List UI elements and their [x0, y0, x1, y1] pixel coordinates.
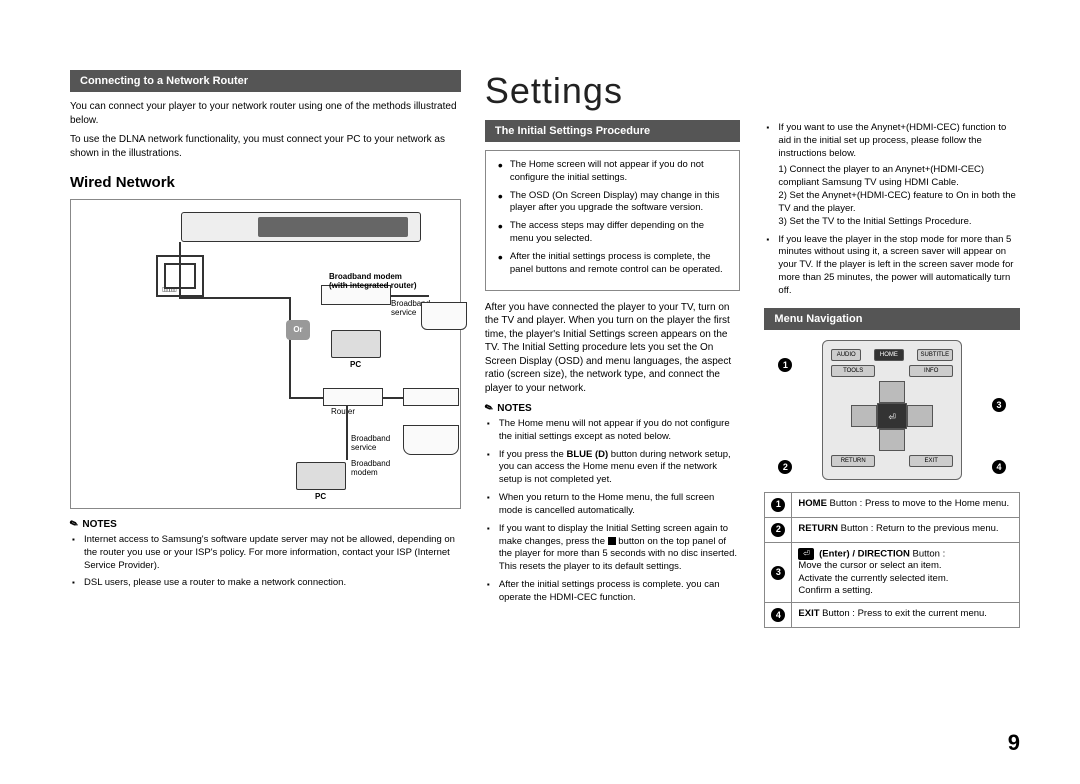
pencil-icon: ✎ — [483, 402, 495, 415]
or-label: Or — [286, 320, 310, 340]
tools-button: TOOLS — [831, 365, 875, 377]
table-row: 3 ⏎ (Enter) / DIRECTION Button :Move the… — [765, 542, 1020, 603]
initial-settings-box: The Home screen will not appear if you d… — [485, 150, 741, 291]
return-button: RETURN — [831, 455, 875, 467]
stop-mode-note: If you leave the player in the stop mode… — [778, 234, 1020, 298]
button-reference-table: 1 HOME Button : Press to move to the Hom… — [764, 492, 1020, 629]
audio-button: AUDIO — [831, 349, 861, 361]
arrow-up-icon — [879, 381, 905, 403]
right-column: If you want to use the Anynet+(HDMI-CEC)… — [764, 70, 1020, 628]
arrow-left-icon — [851, 405, 877, 427]
remote-diagram: 1 2 3 4 AUDIO HOME SUBTITLE TOOLS INFO — [764, 340, 1020, 480]
broadband-service-label-2: Broadbandservice — [351, 435, 390, 453]
notes-list-left: Internet access to Samsung's software up… — [70, 534, 461, 590]
broadband-modem-graphic — [403, 388, 459, 406]
note-item: Internet access to Samsung's software up… — [84, 534, 461, 572]
stop-icon — [608, 537, 616, 545]
section-header-menu-nav: Menu Navigation — [764, 308, 1020, 330]
pc-graphic-2 — [296, 462, 346, 490]
exit-button: EXIT — [909, 455, 953, 467]
enter-direction-desc: ⏎ (Enter) / DIRECTION Button :Move the c… — [792, 542, 1020, 603]
notes-heading-mid: ✎NOTES — [485, 403, 741, 414]
remote-graphic: AUDIO HOME SUBTITLE TOOLS INFO ⏎ RETURN — [822, 340, 962, 480]
pc-graphic-1 — [331, 330, 381, 358]
table-row: 4 EXIT Button : Press to exit the curren… — [765, 603, 1020, 628]
enter-icon: ⏎ — [798, 548, 814, 560]
section-header-connecting: Connecting to a Network Router — [70, 70, 461, 92]
player-device-graphic — [181, 212, 421, 242]
router-graphic — [323, 388, 383, 406]
note-item: After the initial settings process is co… — [499, 579, 741, 605]
note-item: DSL users, please use a router to make a… — [84, 577, 461, 590]
broadband-modem-label: Broadbandmodem — [351, 460, 390, 478]
callout-4: 4 — [992, 460, 1006, 474]
section-header-initial: The Initial Settings Procedure — [485, 120, 741, 142]
note-item: If you press the BLUE (D) button during … — [499, 449, 741, 487]
box-item: After the initial settings process is co… — [510, 251, 730, 277]
cloud-graphic-1 — [421, 302, 467, 330]
home-desc: HOME Button : Press to move to the Home … — [792, 492, 1020, 517]
table-row: 1 HOME Button : Press to move to the Hom… — [765, 492, 1020, 517]
notes-heading-left: ✎NOTES — [70, 519, 461, 530]
intro-text-2: To use the DLNA network functionality, y… — [70, 133, 461, 160]
row-num-1: 1 — [771, 498, 785, 512]
row-num-3: 3 — [771, 566, 785, 580]
page-number: 9 — [1008, 730, 1020, 756]
table-row: 2 RETURN Button : Return to the previous… — [765, 517, 1020, 542]
pencil-icon: ✎ — [68, 518, 80, 531]
settings-title: Settings — [485, 70, 741, 112]
left-column: Connecting to a Network Router You can c… — [70, 70, 461, 628]
anynet-step: 2) Set the Anynet+(HDMI-CEC) feature to … — [778, 190, 1020, 216]
wired-network-diagram: Or Broadband modem(with integrated route… — [70, 199, 461, 509]
arrow-right-icon — [907, 405, 933, 427]
info-button: INFO — [909, 365, 953, 377]
box-item: The Home screen will not appear if you d… — [510, 159, 730, 185]
anynet-step: 1) Connect the player to an Anynet+(HDMI… — [778, 164, 1020, 190]
anynet-step: 3) Set the TV to the Initial Settings Pr… — [778, 216, 1020, 229]
exit-desc: EXIT Button : Press to exit the current … — [792, 603, 1020, 628]
arrow-down-icon — [879, 429, 905, 451]
anynet-intro: If you want to use the Anynet+(HDMI-CEC)… — [778, 122, 1020, 229]
direction-pad: ⏎ — [847, 381, 937, 451]
cloud-graphic-2 — [403, 425, 459, 455]
anynet-list: If you want to use the Anynet+(HDMI-CEC)… — [764, 122, 1020, 298]
return-desc: RETURN Button : Return to the previous m… — [792, 517, 1020, 542]
row-num-2: 2 — [771, 523, 785, 537]
row-num-4: 4 — [771, 608, 785, 622]
notes-list-mid: The Home menu will not appear if you do … — [485, 418, 741, 605]
callout-1: 1 — [778, 358, 792, 372]
note-item: The Home menu will not appear if you do … — [499, 418, 741, 444]
note-item: If you want to display the Initial Setti… — [499, 523, 741, 574]
enter-button: ⏎ — [877, 403, 907, 429]
home-button: HOME — [874, 349, 904, 361]
modem-router-label: Broadband modem(with integrated router) — [329, 273, 449, 291]
callout-3: 3 — [992, 398, 1006, 412]
box-item: The OSD (On Screen Display) may change i… — [510, 190, 730, 216]
subtitle-button: SUBTITLE — [917, 349, 954, 361]
middle-column: Settings The Initial Settings Procedure … — [485, 70, 741, 628]
intro-text-1: You can connect your player to your netw… — [70, 100, 461, 127]
initial-para: After you have connected the player to y… — [485, 301, 741, 396]
page-content: Connecting to a Network Router You can c… — [70, 70, 1020, 628]
box-item: The access steps may differ depending on… — [510, 220, 730, 246]
callout-2: 2 — [778, 460, 792, 474]
router-label: Router — [331, 408, 355, 417]
note-item: When you return to the Home menu, the fu… — [499, 492, 741, 518]
wired-network-heading: Wired Network — [70, 174, 461, 191]
